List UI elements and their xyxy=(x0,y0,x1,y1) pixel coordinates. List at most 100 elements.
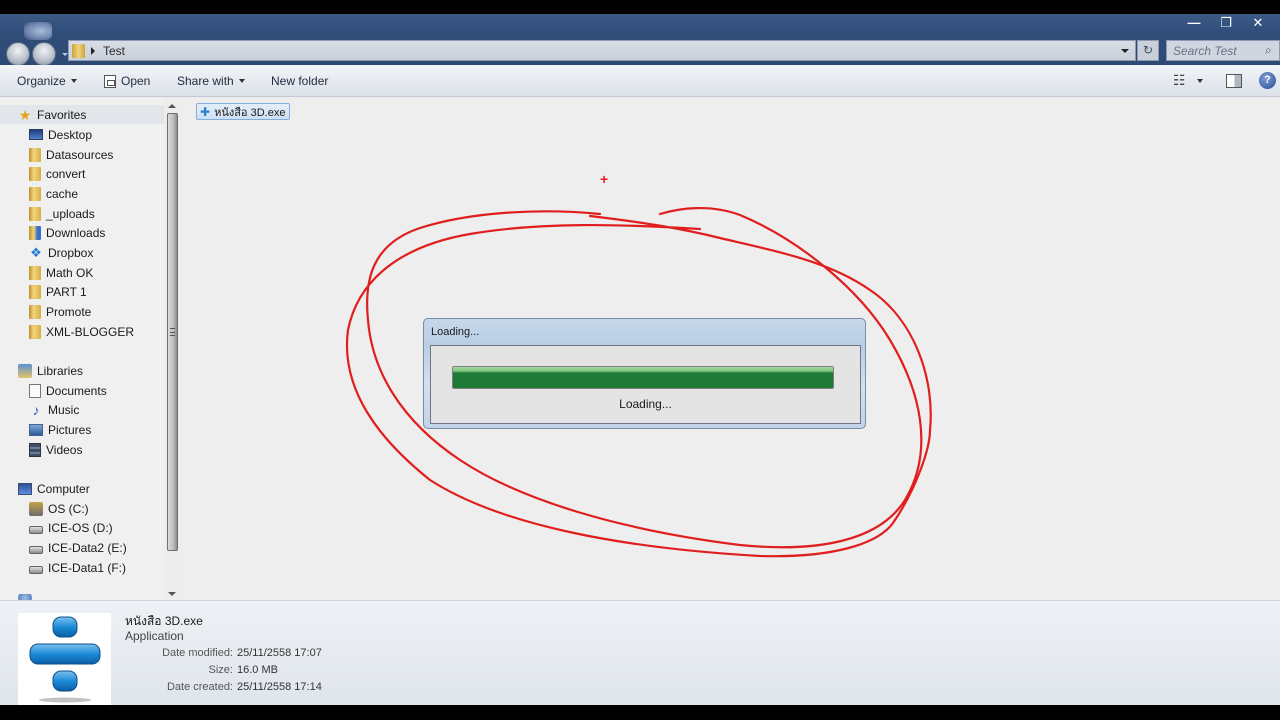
sidebar-item-music[interactable]: ♪ Music xyxy=(29,400,80,419)
sidebar-item-dropbox[interactable]: ❖ Dropbox xyxy=(29,243,93,262)
sidebar-item-math-ok[interactable]: Math OK xyxy=(29,263,93,282)
chevron-down-icon xyxy=(1196,78,1203,83)
folder-icon xyxy=(29,324,41,339)
videos-icon xyxy=(29,442,41,457)
refresh-button[interactable]: ↻ xyxy=(1137,40,1159,61)
progress-bar-fill xyxy=(453,367,833,388)
sidebar-item-documents[interactable]: Documents xyxy=(29,381,107,400)
open-button[interactable]: Open xyxy=(104,74,150,88)
detail-date-modified: Date modified: 25/11/2558 17:07 xyxy=(125,647,322,659)
sidebar-item-part-1[interactable]: PART 1 xyxy=(29,282,87,301)
sidebar-item-label: Promote xyxy=(46,304,92,319)
breadcrumb-test[interactable]: Test xyxy=(103,44,125,58)
file-thumbnail xyxy=(18,613,111,706)
libraries-icon xyxy=(18,363,32,378)
star-icon: ★ xyxy=(18,106,32,123)
dialog-status-text: Loading... xyxy=(619,397,672,411)
sidebar-item-promote[interactable]: Promote xyxy=(29,302,91,321)
navigation-pane-scrollbar[interactable] xyxy=(164,97,180,600)
sidebar-item-label: Downloads xyxy=(46,225,106,240)
help-icon[interactable]: ? xyxy=(1259,72,1276,89)
detail-label: Date modified: xyxy=(162,647,233,659)
detail-size: Size: 16.0 MB xyxy=(125,664,278,676)
recent-pages-icon xyxy=(24,22,52,40)
sidebar-item-label: cache xyxy=(46,186,79,201)
share-with-button[interactable]: Share with xyxy=(177,74,245,88)
sidebar-item-xml-blogger[interactable]: XML-BLOGGER xyxy=(29,322,134,341)
desktop-icon xyxy=(29,129,43,140)
change-view-button[interactable]: ☷ xyxy=(1173,72,1203,89)
sidebar-item-label: Datasources xyxy=(46,147,114,162)
search-placeholder: Search Test xyxy=(1173,43,1237,58)
navigation-pane: ★ Favorites Desktop Datasources convert … xyxy=(0,97,164,602)
drive-icon xyxy=(29,525,43,534)
sidebar-item-label: Videos xyxy=(46,442,83,457)
sidebar-item-cache[interactable]: cache xyxy=(29,184,78,203)
forward-button[interactable] xyxy=(32,42,56,66)
music-icon: ♪ xyxy=(32,401,40,418)
views-icon: ☷ xyxy=(1173,72,1186,88)
scroll-up-arrow-icon[interactable] xyxy=(168,104,176,108)
mouse-cursor-icon: + xyxy=(600,171,609,187)
sidebar-item-convert[interactable]: convert xyxy=(29,164,85,183)
restore-button[interactable]: ❐ xyxy=(1210,14,1242,32)
minimize-button[interactable]: — xyxy=(1178,14,1210,32)
navigation-buttons xyxy=(4,22,68,66)
sidebar-item-label: ICE-OS (D:) xyxy=(48,520,113,535)
drive-icon xyxy=(29,545,43,554)
sidebar-item-ice-data2-e[interactable]: ICE-Data2 (E:) xyxy=(29,538,127,557)
details-pane: หนังสือ 3D.exe Application Date modified… xyxy=(0,600,1280,706)
file-item[interactable]: ✚ หนังสือ 3D.exe xyxy=(196,103,291,120)
command-bar: Organize Open Share with New folder ☷ ? xyxy=(0,65,1280,97)
sidebar-group-label: Favorites xyxy=(37,107,87,122)
search-input[interactable]: Search Test ⌕ xyxy=(1166,40,1280,61)
scroll-down-arrow-icon[interactable] xyxy=(168,592,176,596)
close-button[interactable]: ✕ xyxy=(1242,14,1274,32)
sidebar-item-desktop[interactable]: Desktop xyxy=(29,125,92,144)
video-letterbox-bottom xyxy=(0,705,1280,720)
folder-icon xyxy=(29,186,41,201)
sidebar-group-label: Libraries xyxy=(37,363,84,378)
sidebar-item-videos[interactable]: Videos xyxy=(29,440,82,459)
detail-value: 25/11/2558 17:07 xyxy=(237,647,322,659)
folder-icon xyxy=(29,206,41,221)
sidebar-group-computer[interactable]: Computer xyxy=(18,479,90,498)
chevron-down-icon xyxy=(238,79,245,83)
sidebar-item-label: PART 1 xyxy=(46,284,87,299)
search-icon[interactable]: ⌕ xyxy=(1265,43,1279,58)
divide-sign-icon xyxy=(29,616,101,703)
sidebar-item-label: _uploads xyxy=(46,206,95,221)
address-history-dropdown[interactable] xyxy=(1121,49,1129,53)
breadcrumb-arrow-icon[interactable] xyxy=(91,46,95,55)
sidebar-item-os-c[interactable]: OS (C:) xyxy=(29,499,89,518)
scrollbar-thumb[interactable] xyxy=(167,113,178,551)
sidebar-item-label: OS (C:) xyxy=(48,501,89,516)
dropbox-icon: ❖ xyxy=(30,244,42,260)
sidebar-item-pictures[interactable]: Pictures xyxy=(29,420,91,439)
sidebar-item-ice-os-d[interactable]: ICE-OS (D:) xyxy=(29,518,113,537)
sidebar-item-label: XML-BLOGGER xyxy=(46,324,135,339)
sidebar-group-favorites[interactable]: ★ Favorites xyxy=(0,105,164,124)
sidebar-item-datasources[interactable]: Datasources xyxy=(29,145,113,164)
preview-pane-icon[interactable] xyxy=(1226,74,1242,88)
open-app-icon xyxy=(104,74,116,88)
sidebar-item-label: Pictures xyxy=(48,422,92,437)
sidebar-item-ice-data1-f[interactable]: ICE-Data1 (F:) xyxy=(29,558,126,577)
organize-button[interactable]: Organize xyxy=(17,74,77,88)
pictures-icon xyxy=(29,423,43,436)
new-folder-button[interactable]: New folder xyxy=(271,74,328,88)
sidebar-item-downloads[interactable]: Downloads xyxy=(29,223,105,242)
detail-date-created: Date created: 25/11/2558 17:14 xyxy=(125,681,322,693)
sidebar-item-uploads[interactable]: _uploads xyxy=(29,204,95,223)
grip-icon xyxy=(170,328,175,336)
sidebar-item-label: Dropbox xyxy=(48,245,94,260)
detail-value: 25/11/2558 17:14 xyxy=(237,681,322,693)
back-button[interactable] xyxy=(6,42,30,66)
sidebar-group-label: Computer xyxy=(37,481,90,496)
address-bar[interactable]: Test xyxy=(68,40,1136,61)
computer-icon xyxy=(18,482,32,495)
progress-bar xyxy=(452,366,834,389)
open-label: Open xyxy=(121,74,151,88)
sidebar-group-libraries[interactable]: Libraries xyxy=(18,361,83,380)
organize-label: Organize xyxy=(17,74,66,88)
